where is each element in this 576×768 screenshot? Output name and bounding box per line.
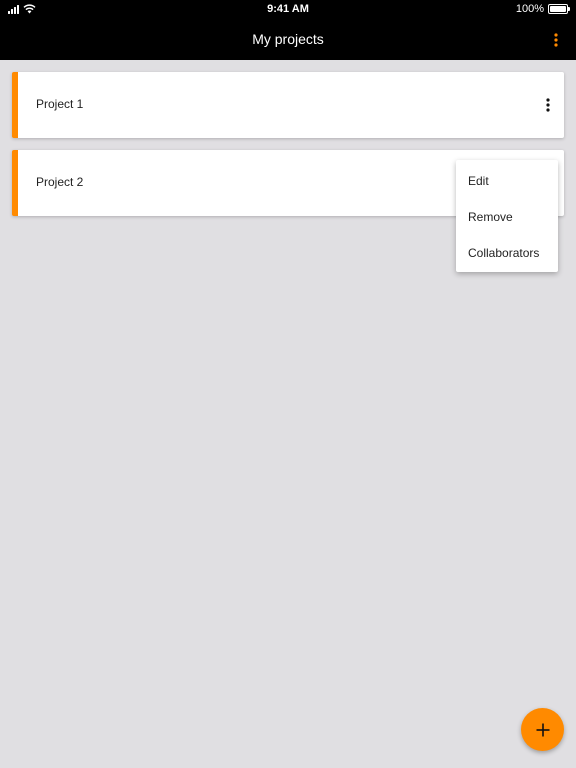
app-bar-more-button[interactable] <box>546 28 566 52</box>
battery-icon <box>548 4 570 14</box>
battery-percent: 100% <box>515 3 544 15</box>
project-card-1[interactable]: Project 1 <box>12 72 564 138</box>
battery-fill <box>550 6 566 12</box>
page-title: My projects <box>252 31 324 47</box>
vertical-dots-icon <box>546 98 550 112</box>
menu-item-edit[interactable]: Edit <box>456 163 558 199</box>
project-title: Project 1 <box>36 97 84 111</box>
status-right: 100% <box>515 3 570 15</box>
menu-item-remove[interactable]: Remove <box>456 199 558 235</box>
app-bar: My projects <box>0 20 576 60</box>
menu-item-collaborators[interactable]: Collaborators <box>456 235 558 271</box>
project-1-more-button[interactable] <box>540 93 556 117</box>
status-time: 9:41 AM <box>267 3 309 15</box>
project-title: Project 2 <box>36 175 84 189</box>
vertical-dots-icon <box>554 33 558 47</box>
plus-icon <box>536 723 549 736</box>
project-context-menu: Edit Remove Collaborators <box>456 160 558 272</box>
status-bar: 9:41 AM 100% <box>0 0 576 20</box>
add-project-button[interactable] <box>521 708 564 751</box>
